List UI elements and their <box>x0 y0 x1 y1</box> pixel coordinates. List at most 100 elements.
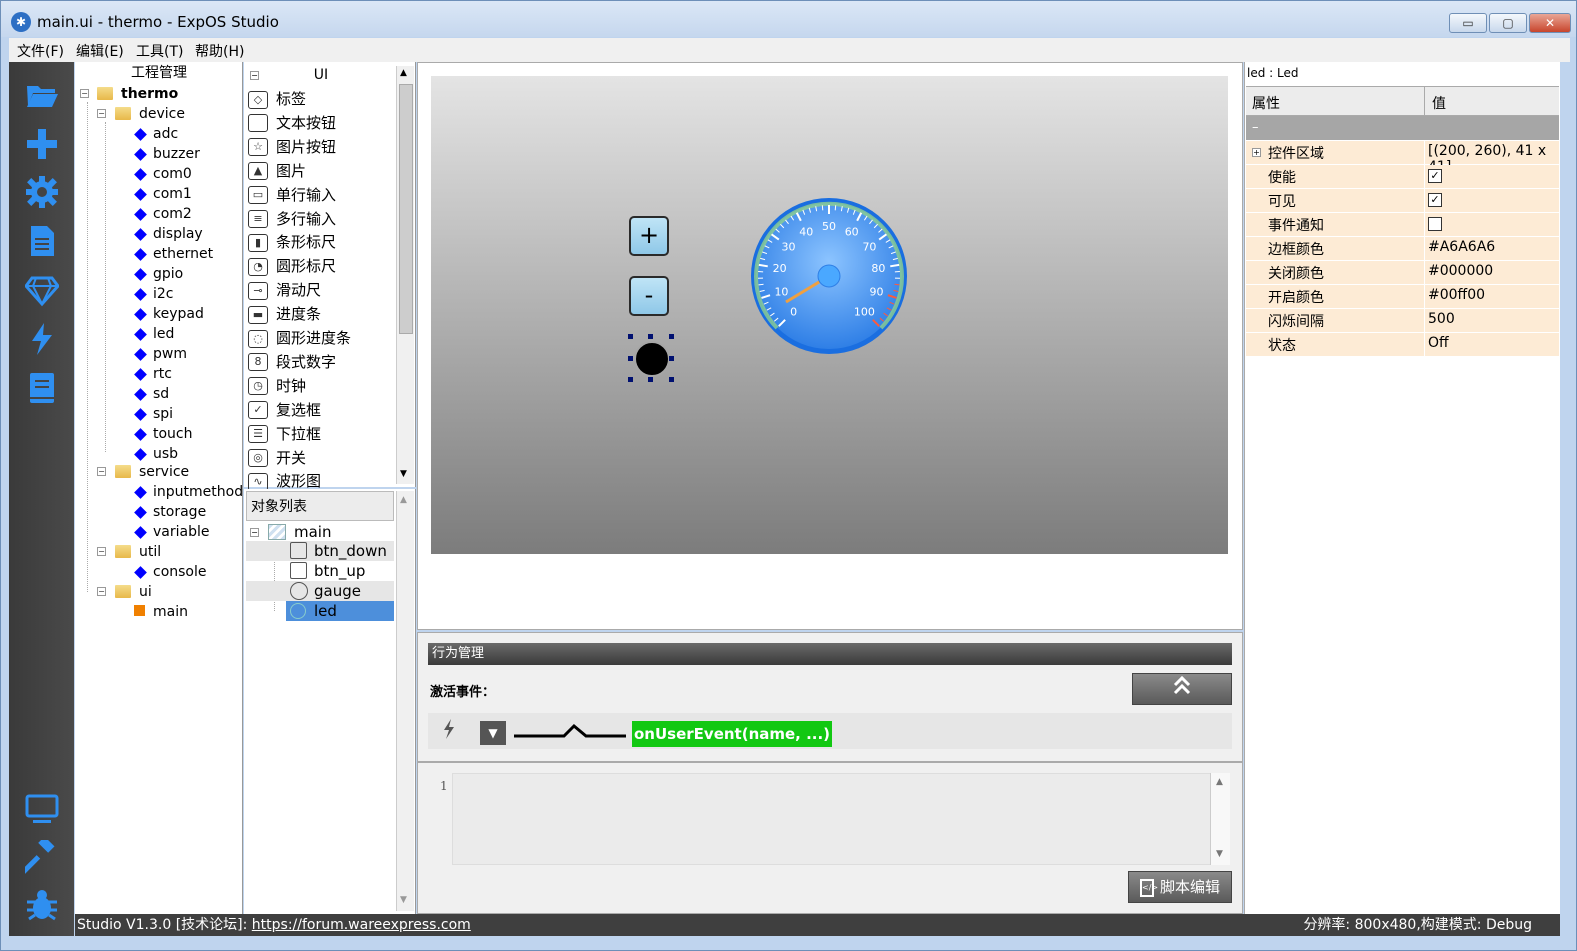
collapse-toggle-icon[interactable]: − <box>80 89 89 98</box>
tree-item[interactable]: sd <box>153 384 169 404</box>
menu-help[interactable]: 帮助(H) <box>195 41 244 61</box>
palette-item[interactable]: ☰ 下拉框 <box>248 423 321 445</box>
canvas-gauge[interactable]: 010 20 3040 50 6070 80 90 100 <box>749 196 909 356</box>
tree-item[interactable]: com0 <box>153 164 192 184</box>
tree-item[interactable]: i2c <box>153 284 174 304</box>
minimize-button[interactable]: ▭ <box>1449 13 1487 33</box>
property-checkbox[interactable]: ✓ <box>1428 193 1442 207</box>
scroll-up-icon[interactable]: ▲ <box>400 68 407 78</box>
collapse-toggle-icon[interactable]: − <box>250 528 259 537</box>
tree-folder-util[interactable]: util <box>139 542 161 562</box>
tree-folder-service[interactable]: service <box>139 462 189 482</box>
palette-item[interactable]: ▲ 图片 <box>248 160 306 182</box>
selection-handle[interactable] <box>669 334 674 339</box>
property-value[interactable]: #000000 <box>1428 263 1493 279</box>
tree-item[interactable]: console <box>153 562 207 582</box>
tree-folder-ui[interactable]: ui <box>139 582 152 602</box>
canvas-btn-up[interactable]: + <box>629 216 669 256</box>
editor-scrollbar[interactable]: ▲ ▼ <box>1210 773 1230 865</box>
property-row[interactable]: 事件通知 <box>1246 213 1559 237</box>
palette-item[interactable]: ✓ 复选框 <box>248 399 321 421</box>
hammer-icon[interactable] <box>21 836 59 875</box>
property-value[interactable]: #A6A6A6 <box>1428 239 1495 255</box>
tree-item[interactable]: touch <box>153 424 193 444</box>
tree-item[interactable]: buzzer <box>153 144 200 164</box>
plus-icon[interactable] <box>25 127 59 161</box>
tree-folder-device[interactable]: device <box>139 104 185 124</box>
folder-open-icon[interactable] <box>25 78 59 112</box>
palette-item[interactable]: 文本按钮 <box>248 112 336 134</box>
property-row[interactable]: +控件区域[(200, 260), 41 x 41] <box>1246 141 1559 175</box>
object-btn-up[interactable]: btn_up <box>314 561 365 581</box>
property-value[interactable]: 500 <box>1428 311 1455 327</box>
tree-item[interactable]: variable <box>153 522 209 542</box>
scroll-up-icon[interactable]: ▲ <box>1216 777 1223 787</box>
event-function-block[interactable]: onUserEvent(name, ...) <box>632 721 833 747</box>
tree-item[interactable]: led <box>153 324 174 344</box>
tree-item-main[interactable]: main <box>153 602 188 622</box>
maximize-button[interactable]: ▢ <box>1489 13 1527 33</box>
lightning-icon[interactable] <box>25 322 59 356</box>
tree-item[interactable]: inputmethod <box>153 482 243 502</box>
property-row[interactable]: 关闭颜色 #000000 <box>1246 261 1559 285</box>
palette-item[interactable]: ◎ 开关 <box>248 447 306 469</box>
diamond-icon[interactable] <box>24 273 60 307</box>
object-led[interactable]: led <box>314 601 337 621</box>
property-row[interactable]: 边框颜色 #A6A6A6 <box>1246 237 1559 261</box>
tree-item[interactable]: pwm <box>153 344 187 364</box>
collapse-toggle-icon[interactable]: − <box>97 587 106 596</box>
tree-item[interactable]: keypad <box>153 304 204 324</box>
property-value[interactable]: #00ff00 <box>1428 287 1485 303</box>
canvas-led[interactable] <box>634 341 670 377</box>
tree-root-thermo[interactable]: thermo <box>121 84 178 104</box>
script-edit-button[interactable]: </> 脚本编辑 <box>1128 871 1232 903</box>
object-btn-down[interactable]: btn_down <box>314 541 387 561</box>
palette-item[interactable]: ☆ 图片按钮 <box>248 136 336 158</box>
menu-file[interactable]: 文件(F) <box>17 41 64 61</box>
collapse-toggle-icon[interactable]: − <box>97 109 106 118</box>
property-checkbox[interactable] <box>1428 217 1442 231</box>
tree-item[interactable]: adc <box>153 124 178 144</box>
scroll-down-icon[interactable]: ▼ <box>1216 849 1223 859</box>
property-row[interactable]: 使能 ✓ <box>1246 165 1559 189</box>
document-icon[interactable] <box>25 224 59 258</box>
tree-item[interactable]: ethernet <box>153 244 213 264</box>
forum-link[interactable]: https://forum.wareexpress.com <box>252 917 471 933</box>
tree-item[interactable]: com1 <box>153 184 192 204</box>
selection-handle[interactable] <box>648 377 653 382</box>
script-editor[interactable] <box>452 773 1230 865</box>
book-icon[interactable] <box>25 371 59 405</box>
palette-item[interactable]: ▮ 条形标尺 <box>248 231 336 253</box>
menu-tools[interactable]: 工具(T) <box>136 41 183 61</box>
canvas-btn-down[interactable]: - <box>629 276 669 316</box>
tree-item[interactable]: storage <box>153 502 206 522</box>
tree-item[interactable]: com2 <box>153 204 192 224</box>
collapse-button[interactable] <box>1132 673 1232 705</box>
ui-canvas[interactable]: + - 0 10 20 30 40 50 60 70 80 90 100 <box>431 76 1228 554</box>
object-list-scrollbar[interactable]: ▲ ▼ <box>396 491 414 911</box>
expand-toggle-icon[interactable]: + <box>1252 148 1261 157</box>
object-gauge[interactable]: gauge <box>314 581 361 601</box>
palette-item[interactable]: ▭ 单行输入 <box>248 184 336 206</box>
property-row[interactable]: 闪烁间隔 500 <box>1246 309 1559 333</box>
selection-handle[interactable] <box>648 334 653 339</box>
close-button[interactable]: ✕ <box>1529 13 1571 33</box>
palette-item[interactable]: ⊸ 滑动尺 <box>248 279 321 301</box>
tree-item[interactable]: display <box>153 224 203 244</box>
property-row[interactable]: 状态 Off <box>1246 333 1559 357</box>
bug-icon[interactable] <box>25 888 59 922</box>
scroll-up-icon[interactable]: ▲ <box>400 495 407 505</box>
selection-handle[interactable] <box>628 334 633 339</box>
tree-item[interactable]: usb <box>153 444 178 464</box>
selection-handle[interactable] <box>628 377 633 382</box>
selection-handle[interactable] <box>628 356 633 361</box>
selection-handle[interactable] <box>669 377 674 382</box>
tree-item[interactable]: gpio <box>153 264 183 284</box>
property-row[interactable]: 可见 ✓ <box>1246 189 1559 213</box>
property-checkbox[interactable]: ✓ <box>1428 169 1442 183</box>
menu-edit[interactable]: 编辑(E) <box>76 41 124 61</box>
palette-item[interactable]: ◌ 圆形进度条 <box>248 327 351 349</box>
selection-handle[interactable] <box>669 356 674 361</box>
tree-item[interactable]: spi <box>153 404 173 424</box>
monitor-icon[interactable] <box>25 792 59 826</box>
